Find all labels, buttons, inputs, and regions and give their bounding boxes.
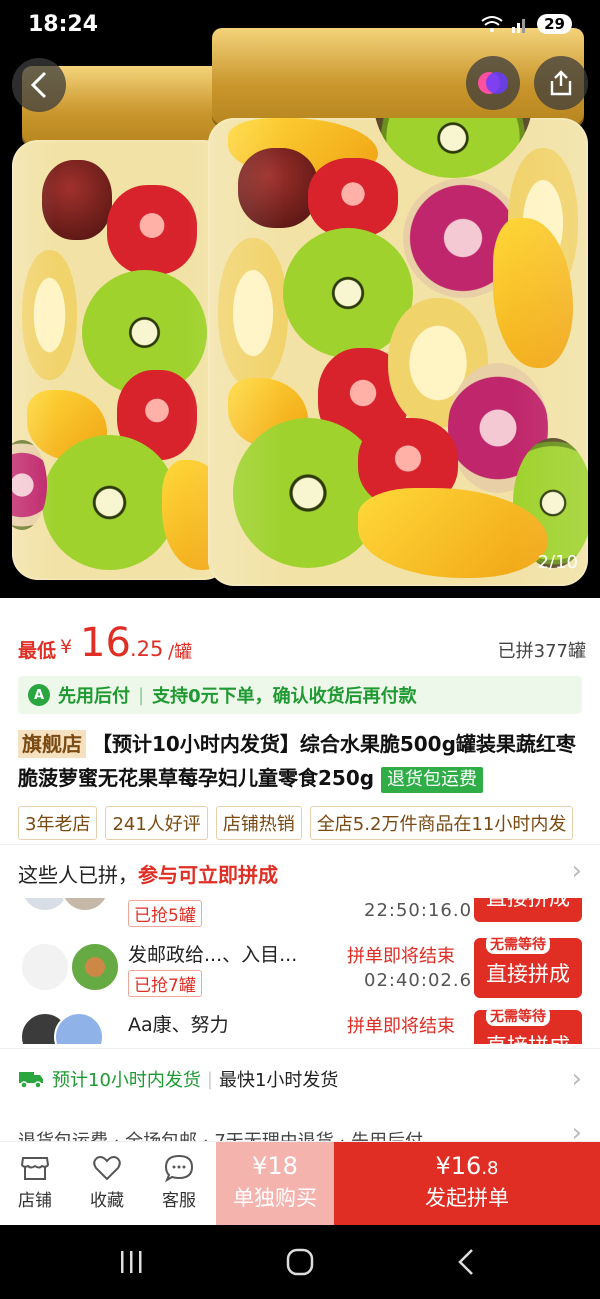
shipping-estimate: 预计10小时内发货 — [52, 1070, 201, 1091]
grabbed-count: 已抢5罐 — [128, 900, 202, 927]
divider — [0, 1048, 600, 1049]
bottom-action-bar: 店铺 收藏 客服 ¥18 单独购买 ¥16.8 发起拼单 — [0, 1141, 600, 1226]
jar-back — [12, 140, 230, 580]
chevron-right-icon: › — [571, 856, 582, 886]
flagship-store-tag: 旗舰店 — [18, 730, 86, 758]
group-member-names: Aa康、努力 — [128, 1014, 229, 1036]
product-title-text: 【预计10小时内发货】综合水果脆500g罐装果蔬红枣脆菠萝蜜无花果草莓孕妇儿童零… — [18, 732, 576, 790]
solo-price: ¥18 — [252, 1152, 298, 1180]
group-label: 发起拼单 — [425, 1186, 509, 1210]
join-group-label: 直接拼成 — [486, 898, 570, 910]
tag-years[interactable]: 3年老店 — [18, 806, 98, 840]
status-bar: 18:24 29 — [0, 0, 600, 56]
group-price-decimal: .8 — [481, 1158, 499, 1179]
solo-label: 单独购买 — [233, 1186, 317, 1210]
group-row[interactable]: 已抢5罐 22:50:16.0 直接拼成 — [0, 898, 600, 932]
home-icon[interactable] — [285, 1247, 315, 1277]
heart-icon — [93, 1156, 121, 1181]
group-buy-list[interactable]: 已抢5罐 22:50:16.0 直接拼成 发邮政给...、入目... 已抢7罐 … — [0, 898, 600, 1044]
group-buy-header-cta: 参与可立即拼成 — [138, 863, 278, 887]
no-wait-badge: 无需等待 — [486, 934, 550, 954]
countdown-timer: 22:50:16.0 — [364, 900, 473, 921]
group-buy-header[interactable]: 这些人已拼，参与可立即拼成 — [18, 859, 278, 888]
signal-icon — [512, 19, 526, 33]
share-button[interactable] — [534, 56, 588, 110]
jar-front — [208, 118, 588, 586]
no-wait-badge: 无需等待 — [486, 1006, 550, 1026]
store-button[interactable]: 店铺 — [0, 1142, 70, 1226]
battery-indicator: 29 — [537, 14, 572, 34]
buy-alone-button[interactable]: ¥18 单独购买 — [216, 1142, 334, 1226]
pinduoduo-logo-icon — [478, 72, 508, 94]
pay-later-label: 先用后付 — [58, 686, 130, 707]
group-buy-header-text: 这些人已拼， — [18, 863, 138, 887]
customer-service-label: 客服 — [162, 1191, 196, 1211]
system-navigation-bar — [0, 1225, 600, 1299]
sold-count: 已拼377罐 — [497, 641, 586, 662]
start-group-buy-button[interactable]: ¥16.8 发起拼单 — [334, 1142, 600, 1226]
back-nav-icon[interactable] — [455, 1247, 477, 1277]
price-prefix: 最低 — [18, 640, 57, 662]
chevron-left-icon — [30, 71, 47, 99]
favorite-label: 收藏 — [90, 1191, 124, 1211]
product-title: 旗舰店 【预计10小时内发货】综合水果脆500g罐装果蔬红枣脆菠萝蜜无花果草莓孕妇… — [18, 727, 588, 795]
avatar — [54, 1012, 104, 1044]
group-price-integer: ¥16 — [435, 1152, 482, 1180]
price-decimal: .25 — [130, 637, 164, 661]
grabbed-count: 已抢7罐 — [128, 970, 202, 997]
pay-later-text: 支持0元下单，确认收货后再付款 — [152, 686, 417, 707]
store-label: 店铺 — [18, 1191, 52, 1211]
customer-service-button[interactable]: 客服 — [144, 1142, 214, 1226]
countdown-timer: 02:40:02.6 — [364, 970, 473, 991]
divider — [0, 844, 600, 845]
pay-later-icon: A — [28, 684, 50, 706]
separator: | — [138, 684, 145, 706]
join-group-button[interactable]: 直接拼成 — [474, 898, 582, 922]
price-unit: /罐 — [168, 642, 193, 663]
refund-shipping-tag: 退货包运费 — [381, 767, 484, 793]
service-guarantees[interactable]: 退货包运费 · 全场包邮 · 7天无理由退货 · 先用后付 — [18, 1128, 423, 1142]
tag-hot-sale[interactable]: 店铺热销 — [215, 806, 302, 840]
avatar — [20, 942, 70, 992]
gallery-page-indicator: 2/10 — [537, 552, 578, 573]
avatar — [60, 898, 110, 912]
currency-symbol: ¥ — [60, 636, 73, 658]
group-row[interactable]: Aa康、努力 拼单即将结束 无需等待 直接拼成 — [0, 1006, 600, 1044]
truck-icon — [19, 1072, 43, 1089]
shipping-info[interactable]: 预计10小时内发货 | 最快1小时发货 — [18, 1066, 338, 1092]
back-button[interactable] — [12, 58, 66, 112]
join-group-button[interactable]: 无需等待 直接拼成 — [474, 1006, 582, 1044]
shipping-fastest: 最快1小时发货 — [218, 1070, 339, 1091]
store-icon — [20, 1157, 50, 1180]
chevron-right-icon: › — [571, 1118, 582, 1140]
wifi-icon — [481, 16, 503, 32]
share-icon — [550, 70, 572, 96]
avatar — [70, 942, 120, 992]
recent-apps-icon[interactable] — [118, 1249, 144, 1275]
chevron-right-icon: › — [571, 1064, 582, 1094]
app-logo-button[interactable] — [466, 56, 520, 110]
join-group-label: 直接拼成 — [486, 962, 570, 986]
status-time: 18:24 — [28, 12, 99, 37]
group-row[interactable]: 发邮政给...、入目... 已抢7罐 拼单即将结束 02:40:02.6 无需等… — [0, 934, 600, 1004]
tag-reviews[interactable]: 241人好评 — [105, 806, 208, 840]
favorite-button[interactable]: 收藏 — [72, 1142, 142, 1226]
product-tags[interactable]: 3年老店 241人好评 店铺热销 全店5.2万件商品在11小时内发 — [18, 806, 574, 840]
separator: | — [206, 1068, 213, 1090]
join-group-label: 直接拼成 — [474, 1030, 582, 1044]
price-integer: 16 — [80, 620, 131, 666]
product-image-gallery[interactable]: 18:24 29 2/10 — [0, 0, 600, 598]
chat-bubble-icon — [164, 1154, 194, 1182]
pay-later-banner[interactable]: A 先用后付 | 支持0元下单，确认收货后再付款 — [18, 676, 582, 714]
avatar — [20, 898, 70, 912]
ending-soon-label: 拼单即将结束 — [347, 1016, 455, 1037]
ending-soon-label: 拼单即将结束 — [347, 946, 455, 967]
tag-shipping-stats[interactable]: 全店5.2万件商品在11小时内发 — [309, 806, 574, 840]
join-group-button[interactable]: 无需等待 直接拼成 — [474, 934, 582, 998]
group-member-names: 发邮政给...、入目... — [128, 944, 298, 966]
